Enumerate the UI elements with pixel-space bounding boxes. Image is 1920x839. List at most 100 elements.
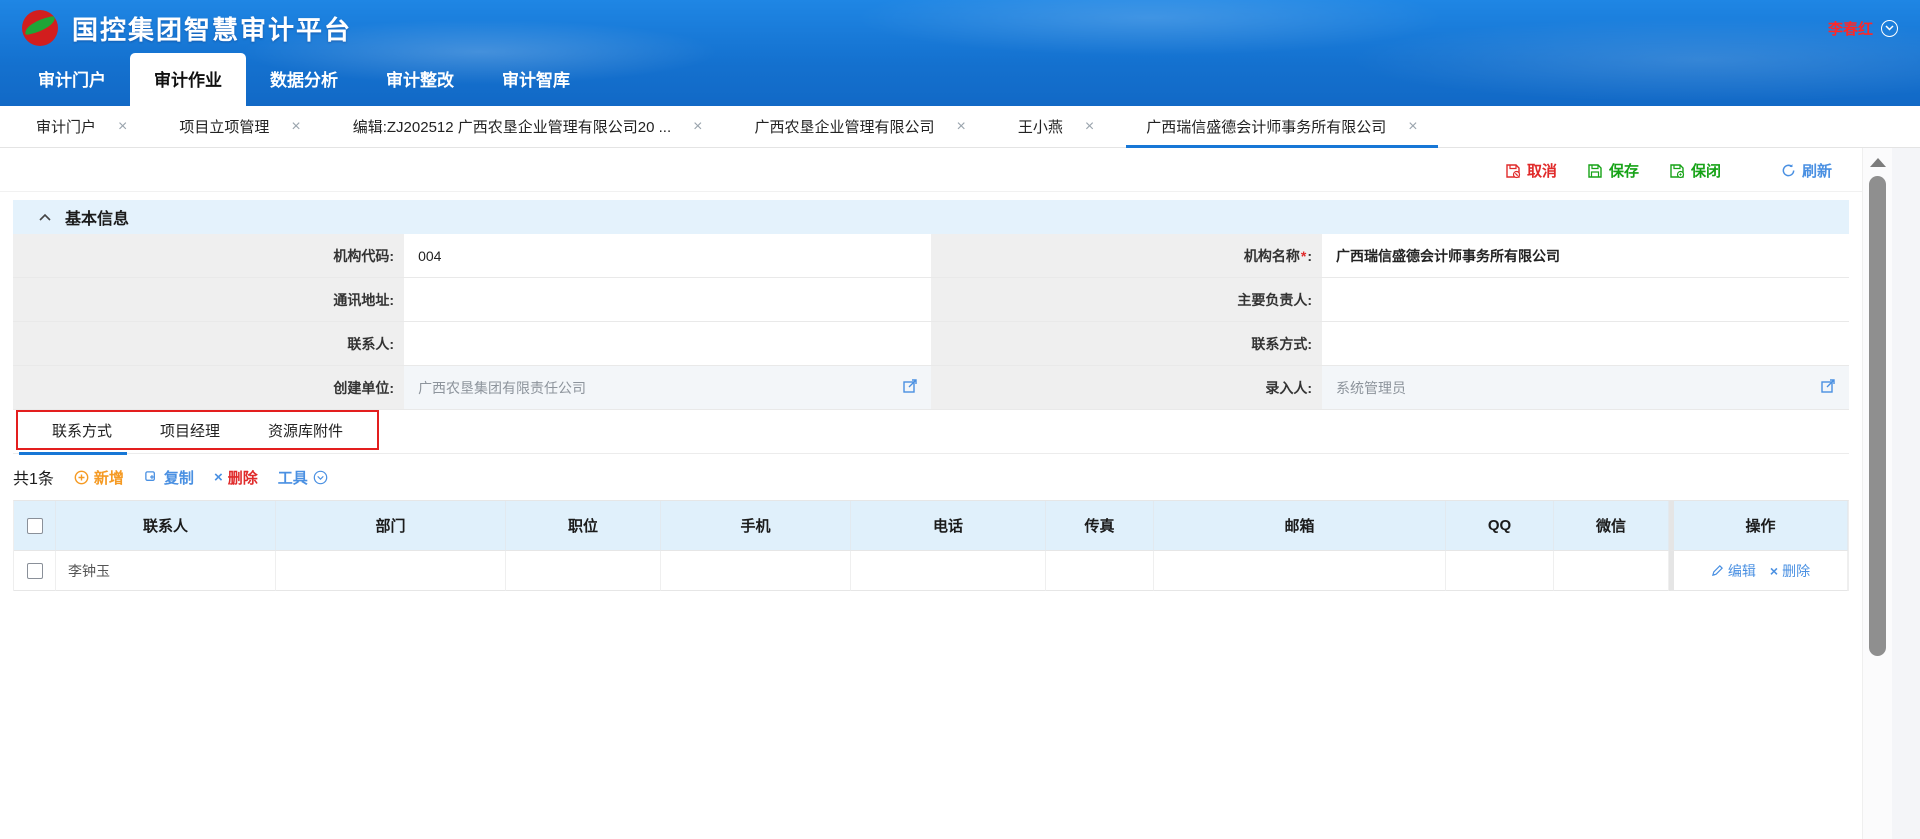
cell-contact: 李钟玉 <box>56 551 276 591</box>
row-delete-button[interactable]: × 删除 <box>1770 561 1810 581</box>
user-name[interactable]: 李春红 <box>1828 18 1873 39</box>
contact-input[interactable] <box>404 322 931 366</box>
org-code-input[interactable]: 004 <box>404 234 931 278</box>
scroll-up-icon[interactable] <box>1870 158 1886 167</box>
contacts-table: 联系人 部门 职位 手机 电话 传真 邮箱 QQ 微信 操作 李钟玉 <box>13 500 1849 591</box>
collapse-chevron-icon <box>39 213 51 221</box>
org-name-input[interactable]: 广西瑞信盛德会计师事务所有限公司 <box>1322 234 1849 278</box>
doc-tab-audit-portal[interactable]: 审计门户 × <box>10 106 153 147</box>
delete-x-icon: × <box>214 469 223 486</box>
copy-button[interactable]: 复制 <box>144 467 194 488</box>
document-tab-strip: 审计门户 × 项目立项管理 × 编辑:ZJ202512 广西农垦企业管理有限公司… <box>0 106 1920 148</box>
address-input[interactable] <box>404 278 931 322</box>
external-link-icon[interactable] <box>1821 379 1835 396</box>
cancel-label: 取消 <box>1527 160 1557 181</box>
org-code-label: 机构代码: <box>13 234 404 278</box>
nav-item-audit-rectify[interactable]: 审计整改 <box>362 53 478 106</box>
cell-department <box>276 551 506 591</box>
active-subtab-underline <box>19 452 127 455</box>
doc-tab-edit-zj202512[interactable]: 编辑:ZJ202512 广西农垦企业管理有限公司20 ... × <box>327 106 729 147</box>
doc-tab-project-setup[interactable]: 项目立项管理 × <box>153 106 326 147</box>
contact-way-input[interactable] <box>1322 322 1849 366</box>
cell-operations: 编辑 × 删除 <box>1669 551 1848 591</box>
nav-item-audit-portal[interactable]: 审计门户 <box>14 53 130 106</box>
principal-input[interactable] <box>1322 278 1849 322</box>
cell-wechat <box>1554 551 1669 591</box>
save-button[interactable]: 保存 <box>1587 160 1639 181</box>
cell-qq <box>1446 551 1554 591</box>
save-close-button[interactable]: 保闭 <box>1669 160 1721 181</box>
delete-x-icon: × <box>1770 563 1778 579</box>
refresh-icon <box>1781 163 1796 178</box>
cancel-button[interactable]: 取消 <box>1505 160 1557 181</box>
close-icon[interactable]: × <box>1085 118 1094 136</box>
subtab-contact-info[interactable]: 联系方式 <box>28 420 136 441</box>
col-operations: 操作 <box>1669 501 1848 551</box>
save-icon <box>1587 163 1603 179</box>
save-close-label: 保闭 <box>1691 160 1721 181</box>
table-row: 李钟玉 编辑 × 删除 <box>14 551 1848 591</box>
close-icon[interactable]: × <box>693 118 702 136</box>
row-edit-button[interactable]: 编辑 <box>1711 561 1756 581</box>
doc-tab-wang-xiaoyan[interactable]: 王小燕 × <box>992 106 1120 147</box>
save-close-icon <box>1669 163 1685 179</box>
scrollbar-thumb[interactable] <box>1869 176 1886 656</box>
user-menu-chevron-icon[interactable] <box>1881 20 1898 37</box>
page-content: 取消 保存 保闭 <box>0 148 1862 839</box>
doc-tab-label: 项目立项管理 <box>179 116 269 137</box>
refresh-label: 刷新 <box>1802 160 1832 181</box>
address-label: 通讯地址: <box>13 278 404 322</box>
right-gutter <box>1892 148 1920 839</box>
annotation-red-box: 联系方式 项目经理 资源库附件 <box>16 410 379 450</box>
grid-toolbar: 共1条 新增 复制 × 删除 工具 <box>13 462 1849 492</box>
copy-icon <box>144 470 159 485</box>
empty-area <box>0 591 1862 839</box>
row-checkbox[interactable] <box>27 563 43 579</box>
doc-tab-label: 广西瑞信盛德会计师事务所有限公司 <box>1146 116 1386 137</box>
close-icon[interactable]: × <box>291 118 300 136</box>
nav-item-data-analysis[interactable]: 数据分析 <box>246 53 362 106</box>
entry-person-field: 系统管理员 <box>1322 366 1849 410</box>
subtab-resource-attachments[interactable]: 资源库附件 <box>244 420 367 441</box>
close-icon[interactable]: × <box>957 118 966 136</box>
select-all-checkbox[interactable] <box>27 518 43 534</box>
main-nav: 审计门户 审计作业 数据分析 审计整改 审计智库 <box>0 56 1920 106</box>
create-unit-field: 广西农垦集团有限责任公司 <box>404 366 931 410</box>
create-unit-label: 创建单位: <box>13 366 404 410</box>
app-title: 国控集团智慧审计平台 <box>72 10 352 47</box>
nav-item-audit-library[interactable]: 审计智库 <box>478 53 594 106</box>
col-qq: QQ <box>1446 501 1554 551</box>
col-contact: 联系人 <box>56 501 276 551</box>
save-label: 保存 <box>1609 160 1639 181</box>
detail-subtabs: 联系方式 项目经理 资源库附件 <box>13 414 1849 454</box>
col-email: 邮箱 <box>1154 501 1446 551</box>
app-header: 国控集团智慧审计平台 李春红 <box>0 0 1920 56</box>
refresh-button[interactable]: 刷新 <box>1781 160 1832 181</box>
table-header-row: 联系人 部门 职位 手机 电话 传真 邮箱 QQ 微信 操作 <box>14 501 1848 551</box>
add-button[interactable]: 新增 <box>74 467 124 488</box>
row-select-cell <box>14 551 56 591</box>
subtab-project-manager[interactable]: 项目经理 <box>136 420 244 441</box>
doc-tab-label: 王小燕 <box>1018 116 1063 137</box>
doc-tab-gx-ruixin-active[interactable]: 广西瑞信盛德会计师事务所有限公司 × <box>1120 106 1443 147</box>
contact-way-label: 联系方式: <box>931 322 1322 366</box>
tools-button[interactable]: 工具 <box>278 467 328 488</box>
close-icon[interactable]: × <box>1408 118 1417 136</box>
doc-tab-gx-nongken[interactable]: 广西农垦企业管理有限公司 × <box>728 106 991 147</box>
close-icon[interactable]: × <box>118 118 127 136</box>
vertical-scrollbar[interactable] <box>1862 148 1892 839</box>
col-department: 部门 <box>276 501 506 551</box>
col-fax: 传真 <box>1046 501 1154 551</box>
add-circle-icon <box>74 470 89 485</box>
edit-pencil-icon <box>1711 564 1724 577</box>
basic-info-section-header[interactable]: 基本信息 <box>13 200 1849 234</box>
external-link-icon[interactable] <box>903 379 917 396</box>
delete-button[interactable]: × 删除 <box>214 467 258 488</box>
top-banner: 国控集团智慧审计平台 李春红 审计门户 审计作业 数据分析 审计整改 审计智库 <box>0 0 1920 106</box>
col-mobile: 手机 <box>661 501 851 551</box>
col-position: 职位 <box>506 501 661 551</box>
principal-label: 主要负责人: <box>931 278 1322 322</box>
col-wechat: 微信 <box>1554 501 1669 551</box>
org-name-label: 机构名称*: <box>931 234 1322 278</box>
nav-item-audit-work[interactable]: 审计作业 <box>130 53 246 106</box>
